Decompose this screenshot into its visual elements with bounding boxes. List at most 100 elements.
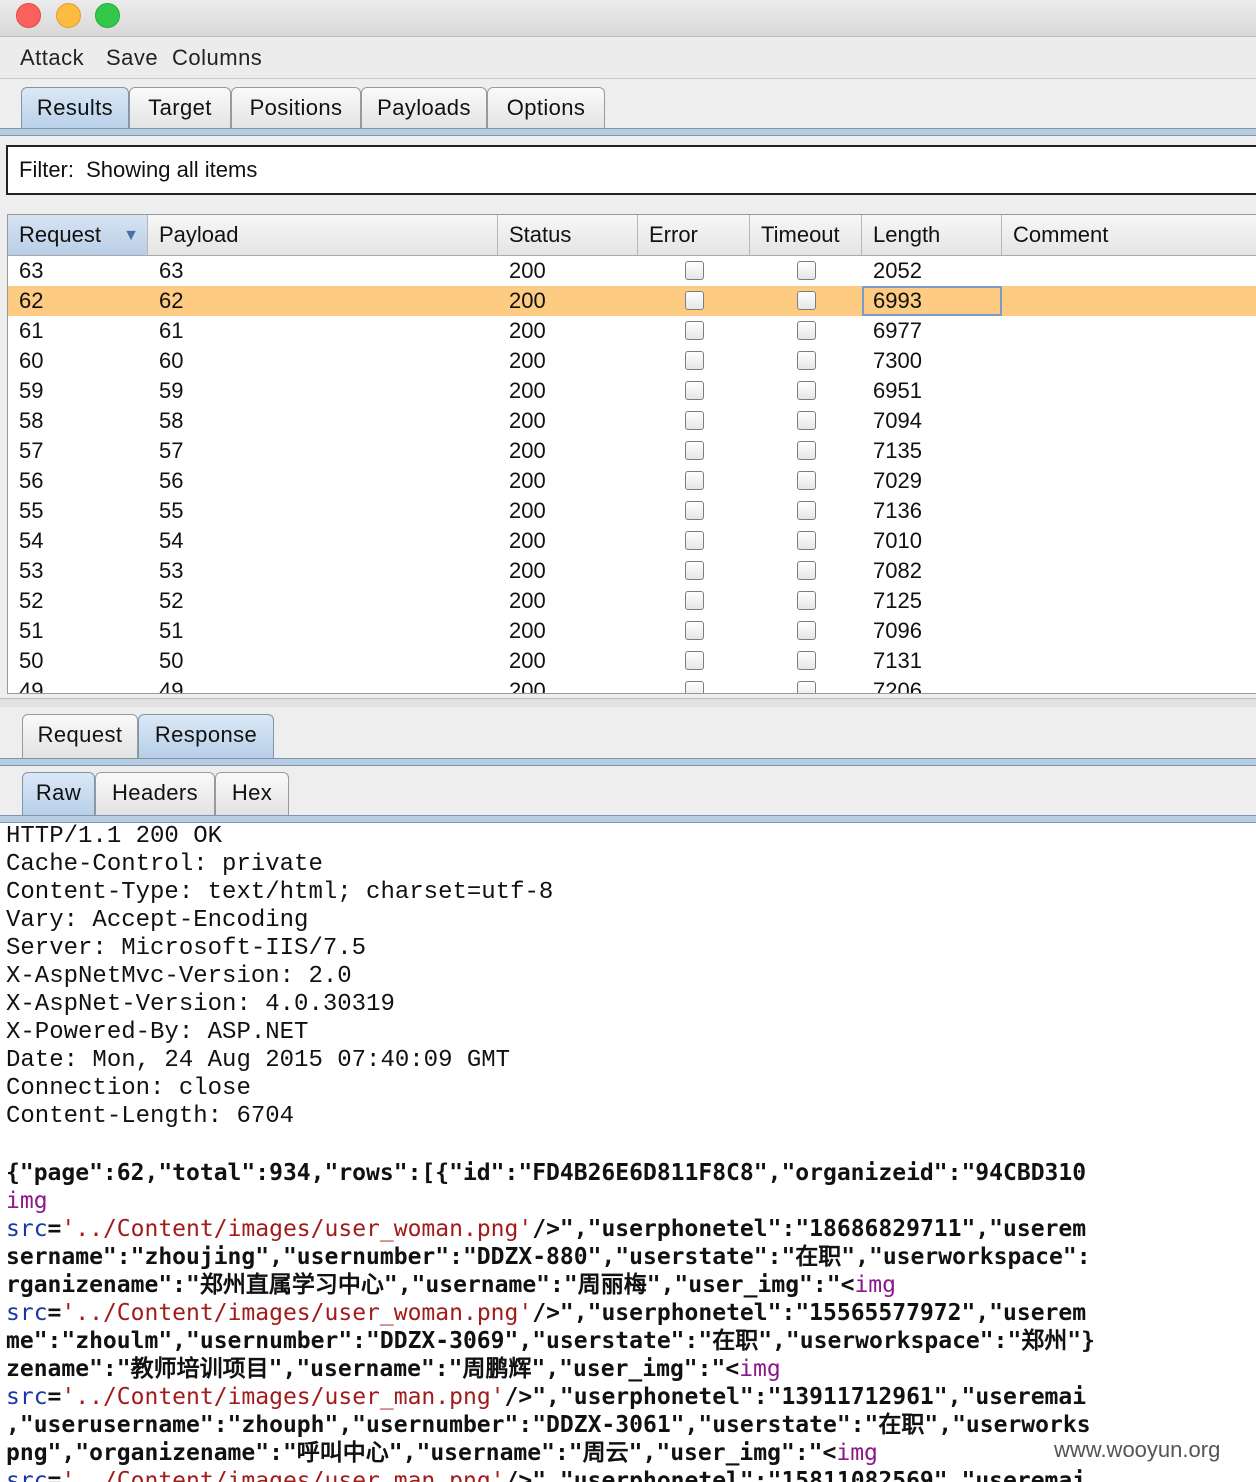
error-checkbox <box>685 291 704 310</box>
cell-status: 200 <box>509 528 546 553</box>
body-token-plain: = <box>47 1216 62 1242</box>
menu-save[interactable]: Save <box>106 45 158 71</box>
table-row[interactable]: 51 51 200 7096 <box>8 616 1256 646</box>
menu-bar: Attack Save Columns <box>0 37 1256 79</box>
cell-payload: 50 <box>159 648 184 673</box>
cell-payload: 51 <box>159 618 184 643</box>
column-header-error[interactable]: Error <box>638 215 750 255</box>
tab-raw[interactable]: Raw <box>22 772 95 816</box>
cell-payload: 54 <box>159 528 184 553</box>
tab-request[interactable]: Request <box>22 714 138 758</box>
table-row[interactable]: 49 49 200 7206 <box>8 676 1256 694</box>
cell-payload: 63 <box>159 258 184 283</box>
cell-status: 200 <box>509 438 546 463</box>
tab-response[interactable]: Response <box>138 714 274 758</box>
timeout-checkbox <box>797 411 816 430</box>
error-checkbox <box>685 591 704 610</box>
timeout-checkbox <box>797 501 816 520</box>
header-line: Content-Type: text/html; charset=utf-8 <box>6 879 554 906</box>
message-tab-bar: Request Response <box>0 707 1256 767</box>
cell-status: 200 <box>509 318 546 343</box>
body-token-plain: {"page":62,"total":934,"rows":[{"id":"FD… <box>6 1160 1087 1186</box>
timeout-checkbox <box>797 531 816 550</box>
tab-payloads[interactable]: Payloads <box>361 87 487 131</box>
cell-length: 7125 <box>873 588 922 613</box>
body-line: src='../Content/images/user_man.png'/>",… <box>6 1383 1095 1411</box>
error-checkbox <box>685 501 704 520</box>
tab-positions[interactable]: Positions <box>231 87 361 131</box>
menu-columns[interactable]: Columns <box>172 45 262 71</box>
zoom-window-button[interactable] <box>95 3 120 28</box>
cell-status: 200 <box>509 288 546 313</box>
cell-status: 200 <box>509 348 546 373</box>
cell-request: 59 <box>19 378 44 403</box>
cell-request: 61 <box>19 318 44 343</box>
cell-payload: 49 <box>159 678 184 694</box>
column-header-status[interactable]: Status <box>498 215 638 255</box>
cell-status: 200 <box>509 258 546 283</box>
minimize-window-button[interactable] <box>56 3 81 28</box>
cell-comment <box>1002 256 1013 286</box>
response-headers: HTTP/1.1 200 OK Cache-Control: private Con… <box>6 823 553 1131</box>
cell-status: 200 <box>509 648 546 673</box>
cell-length: 7096 <box>873 618 922 643</box>
menu-attack[interactable]: Attack <box>20 45 84 71</box>
table-row[interactable]: 61 61 200 6977 <box>8 316 1256 346</box>
column-header-length[interactable]: Length <box>862 215 1002 255</box>
column-header-payload[interactable]: Payload <box>148 215 498 255</box>
error-checkbox <box>685 411 704 430</box>
body-token-tag: img <box>836 1440 878 1466</box>
close-window-button[interactable] <box>16 3 41 28</box>
cell-request: 60 <box>19 348 44 373</box>
column-header-comment[interactable]: Comment <box>1002 215 1256 255</box>
error-checkbox <box>685 561 704 580</box>
table-row[interactable]: 57 57 200 7135 <box>8 436 1256 466</box>
header-line: Content-Length: 6704 <box>6 1103 295 1130</box>
table-row[interactable]: 52 52 200 7125 <box>8 586 1256 616</box>
cell-status: 200 <box>509 678 546 694</box>
body-token-val: '../Content/images/user_woman.png' <box>61 1216 533 1242</box>
timeout-checkbox <box>797 651 816 670</box>
tab-hex[interactable]: Hex <box>215 772 289 816</box>
filter-bar[interactable]: Filter: Showing all items <box>6 145 1256 195</box>
table-row[interactable]: 60 60 200 7300 <box>8 346 1256 376</box>
cell-payload: 60 <box>159 348 184 373</box>
body-token-tag: img <box>854 1272 896 1298</box>
body-token-plain: />","userphonetel":"15811082569","userem… <box>504 1468 1087 1482</box>
timeout-checkbox <box>797 351 816 370</box>
table-row[interactable]: 59 59 200 6951 <box>8 376 1256 406</box>
cell-request: 62 <box>19 288 44 313</box>
tab-headers[interactable]: Headers <box>95 772 215 816</box>
cell-comment <box>1002 436 1013 466</box>
body-token-plain: sername":"zhoujing","usernumber":"DDZX-8… <box>6 1244 1091 1270</box>
table-row[interactable]: 63 63 200 2052 <box>8 256 1256 286</box>
table-row[interactable]: 50 50 200 7131 <box>8 646 1256 676</box>
table-row[interactable]: 62 62 200 6993 <box>8 286 1256 316</box>
tab-options[interactable]: Options <box>487 87 605 131</box>
table-row[interactable]: 56 56 200 7029 <box>8 466 1256 496</box>
body-token-plain: = <box>47 1300 62 1326</box>
table-row[interactable]: 54 54 200 7010 <box>8 526 1256 556</box>
cell-length: 7010 <box>873 528 922 553</box>
tab-strip <box>0 815 1256 823</box>
table-row[interactable]: 58 58 200 7094 <box>8 406 1256 436</box>
table-row[interactable]: 53 53 200 7082 <box>8 556 1256 586</box>
cell-payload: 62 <box>159 288 184 313</box>
column-header-timeout[interactable]: Timeout <box>750 215 862 255</box>
body-token-plain: rganizename":"郑州直属学习中心","username":"周丽梅"… <box>6 1272 855 1298</box>
tab-results[interactable]: Results <box>21 87 129 131</box>
cell-request: 57 <box>19 438 44 463</box>
header-line: X-AspNet-Version: 4.0.30319 <box>6 991 395 1018</box>
cell-length: 7094 <box>873 408 922 433</box>
cell-comment <box>1002 676 1013 693</box>
results-table: Request ▼ Payload Status Error Timeout L… <box>7 214 1256 694</box>
response-message-editor[interactable]: HTTP/1.1 200 OK Cache-Control: private Con… <box>0 823 1256 1482</box>
watermark: www.wooyun.org <box>1050 1437 1225 1463</box>
body-token-plain: ,"userusername":"zhouph","usernumber":"D… <box>6 1412 1091 1438</box>
cell-comment <box>1002 346 1013 376</box>
tab-target[interactable]: Target <box>129 87 231 131</box>
column-header-request[interactable]: Request ▼ <box>8 215 148 255</box>
window-titlebar <box>0 0 1256 37</box>
table-row[interactable]: 55 55 200 7136 <box>8 496 1256 526</box>
timeout-checkbox <box>797 291 816 310</box>
